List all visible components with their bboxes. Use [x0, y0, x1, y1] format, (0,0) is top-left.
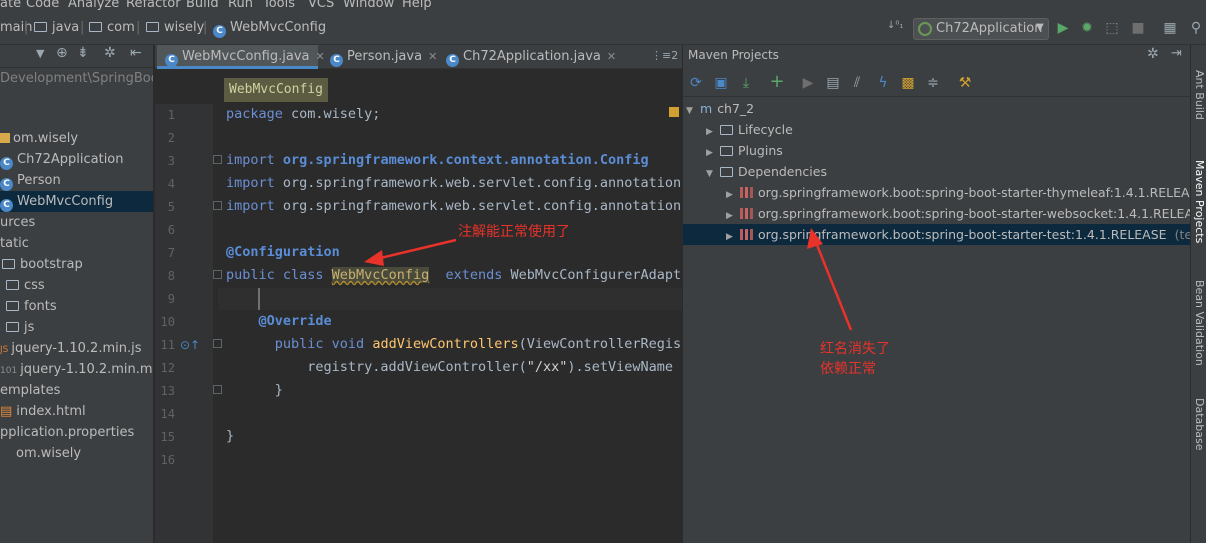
arrowhead-icon — [364, 250, 384, 266]
annotation-arrow — [371, 238, 457, 262]
annotation-arrow — [813, 239, 853, 331]
annotation-note: 注解能正常使用了 — [458, 224, 570, 240]
annotation-arrows — [364, 228, 853, 331]
arrowhead-icon — [807, 228, 823, 249]
annotation-note: 依赖正常 — [820, 361, 876, 377]
annotation-note: 红名消失了 — [820, 341, 890, 357]
